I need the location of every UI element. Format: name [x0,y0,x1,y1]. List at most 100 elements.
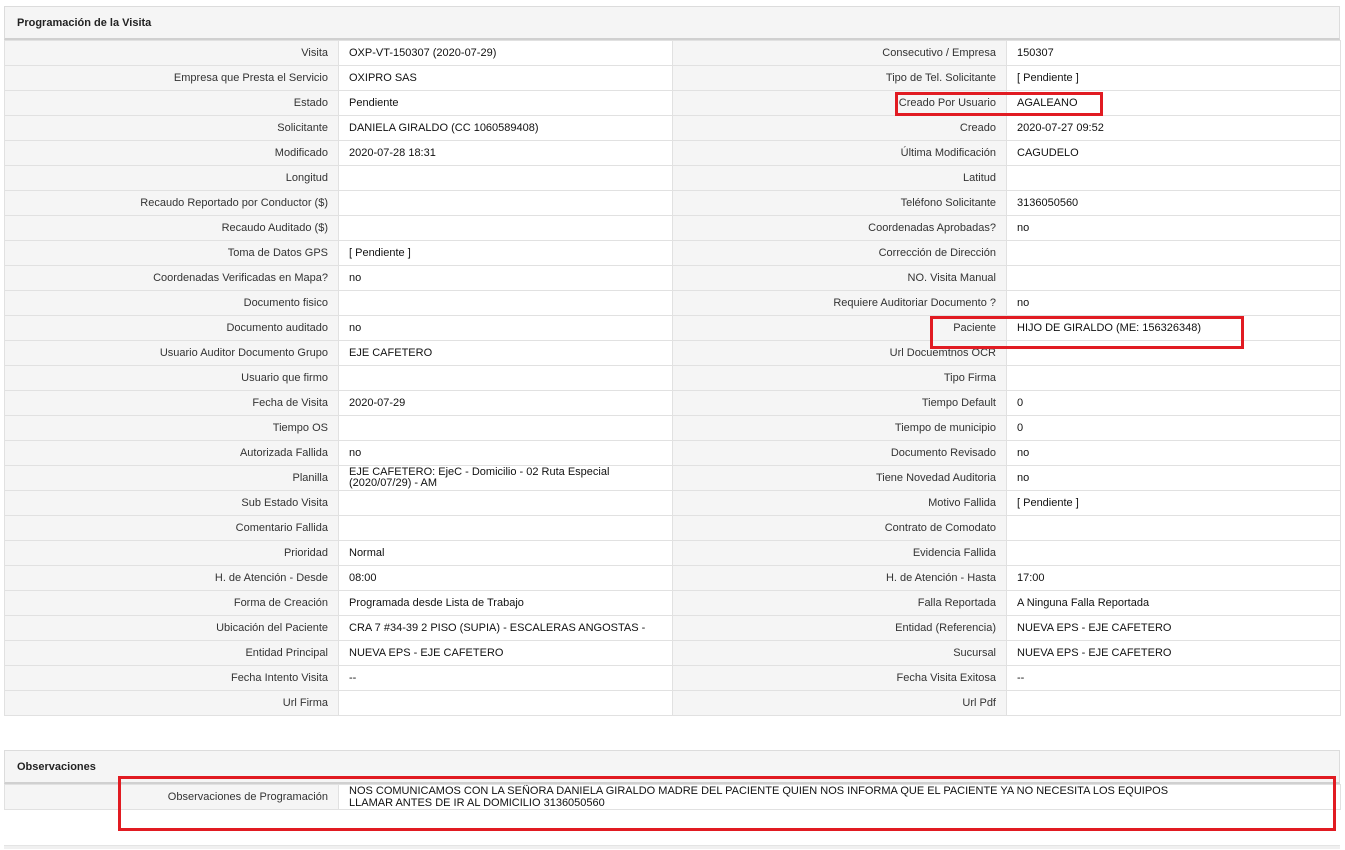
detail-row: Planilla EJE CAFETERO: EjeC - Domicilio -… [4,465,1341,491]
detail-row: Visita OXP-VT-150307 (2020-07-29) Consecut… [4,40,1341,66]
field-label: Tiempo de municipio [672,415,1007,441]
field-label: Longitud [4,165,339,191]
field-label: Coordenadas Aprobadas? [672,215,1007,241]
detail-row: Recaudo Reportado por Conductor ($) Teléf… [4,190,1341,216]
detail-row: Url Firma Url Pdf [4,690,1341,716]
field-label: Url Firma [4,690,339,716]
detail-row: Comentario Fallida Contrato de Comodato [4,515,1341,541]
field-label: Requiere Auditoriar Documento ? [672,290,1007,316]
field-label: Entidad (Referencia) [672,615,1007,641]
field-value: Programada desde Lista de Trabajo [338,590,673,616]
field-label: Visita [4,40,339,66]
field-label: Coordenadas Verificadas en Mapa? [4,265,339,291]
next-panel-edge [4,845,1340,849]
field-value [338,690,673,716]
detail-row: Forma de Creación Programada desde Lista … [4,590,1341,616]
field-label: Creado [672,115,1007,141]
detail-row: Longitud Latitud [4,165,1341,191]
field-value: Normal [338,540,673,566]
field-value: [ Pendiente ] [1006,490,1341,516]
field-label: Usuario Auditor Documento Grupo [4,340,339,366]
observaciones-value: NOS COMUNICAMOS CON LA SEÑORA DANIELA GI… [338,784,1341,810]
field-value: NUEVA EPS - EJE CAFETERO [1006,615,1341,641]
detail-row: H. de Atención - Desde 08:00 H. de Atenció… [4,565,1341,591]
field-value: [ Pendiente ] [1006,65,1341,91]
field-label: Teléfono Solicitante [672,190,1007,216]
field-value [1006,265,1341,291]
detail-row: Solicitante DANIELA GIRALDO (CC 106058940… [4,115,1341,141]
field-value: 08:00 [338,565,673,591]
field-value: 0 [1006,415,1341,441]
field-value [1006,340,1341,366]
field-value: Pendiente [338,90,673,116]
field-label: Fecha Intento Visita [4,665,339,691]
field-label: Motivo Fallida [672,490,1007,516]
field-label: Tipo de Tel. Solicitante [672,65,1007,91]
panel-title: Observaciones [4,750,1340,784]
detail-row: Documento auditado no Paciente HIJO DE GIR… [4,315,1341,341]
field-label: Autorizada Fallida [4,440,339,466]
field-value: -- [338,665,673,691]
field-label: Recaudo Reportado por Conductor ($) [4,190,339,216]
field-value: DANIELA GIRALDO (CC 1060589408) [338,115,673,141]
field-value: no [338,315,673,341]
field-value: [ Pendiente ] [338,240,673,266]
field-value [338,290,673,316]
field-label: Fecha Visita Exitosa [672,665,1007,691]
field-value: NUEVA EPS - EJE CAFETERO [1006,640,1341,666]
field-value: no [1006,465,1341,491]
detail-row: Toma de Datos GPS[ Pendiente ] Corrección… [4,240,1341,266]
field-label: H. de Atención - Desde [4,565,339,591]
detail-row: Estado Pendiente Creado Por Usuario AGALEAN… [4,90,1341,116]
field-label: Evidencia Fallida [672,540,1007,566]
field-label: Usuario que firmo [4,365,339,391]
field-label: Última Modificación [672,140,1007,166]
field-label: Sucursal [672,640,1007,666]
detail-row: Fecha Intento Visita -- Fecha Visita Exit… [4,665,1341,691]
observaciones-label: Observaciones de Programación [4,784,339,810]
visit-details-table: Visita OXP-VT-150307 (2020-07-29) Consecut… [4,40,1341,716]
field-label: Estado [4,90,339,116]
field-value: 3136050560 [1006,190,1341,216]
detail-row: Entidad Principal NUEVA EPS - EJE CAFETER… [4,640,1341,666]
field-value [1006,240,1341,266]
field-value: 150307 [1006,40,1341,66]
field-label: Recaudo Auditado ($) [4,215,339,241]
field-value [338,490,673,516]
field-value [338,215,673,241]
detail-row: Fecha de Visita 2020-07-29 Tiempo Default… [4,390,1341,416]
field-label: Prioridad [4,540,339,566]
field-label: Corrección de Dirección [672,240,1007,266]
detail-row: Tiempo OS Tiempo de municipio 0 [4,415,1341,441]
field-value [338,165,673,191]
field-value: no [1006,215,1341,241]
field-label: Modificado [4,140,339,166]
field-value: 0 [1006,390,1341,416]
observations-table: Observaciones de Programación NOS COMUNI… [4,784,1341,810]
field-value [338,365,673,391]
field-value [338,515,673,541]
detail-row: Usuario Auditor Documento Grupo EJE CAFET… [4,340,1341,366]
field-label: Url Docuemtnos OCR [672,340,1007,366]
field-label: Documento fisico [4,290,339,316]
field-value [338,415,673,441]
field-value: 2020-07-29 [338,390,673,416]
observation-row: Observaciones de Programación NOS COMUNI… [4,784,1341,810]
field-label: Planilla [4,465,339,491]
field-label: Documento Revisado [672,440,1007,466]
detail-row: Modificado 2020-07-28 18:31 Última Modific… [4,140,1341,166]
field-value: OXIPRO SAS [338,65,673,91]
field-value: CAGUDELO [1006,140,1341,166]
field-label: Tiempo Default [672,390,1007,416]
field-label: Contrato de Comodato [672,515,1007,541]
field-label: Entidad Principal [4,640,339,666]
field-label: Falla Reportada [672,590,1007,616]
field-label: H. de Atención - Hasta [672,565,1007,591]
field-value: -- [1006,665,1341,691]
detail-row: Recaudo Auditado ($) Coordenadas Aprobada… [4,215,1341,241]
field-value: AGALEANO [1006,90,1341,116]
field-value: A Ninguna Falla Reportada [1006,590,1341,616]
field-label: Fecha de Visita [4,390,339,416]
detail-row: Autorizada Fallida no Documento Revisado … [4,440,1341,466]
field-value: no [338,440,673,466]
